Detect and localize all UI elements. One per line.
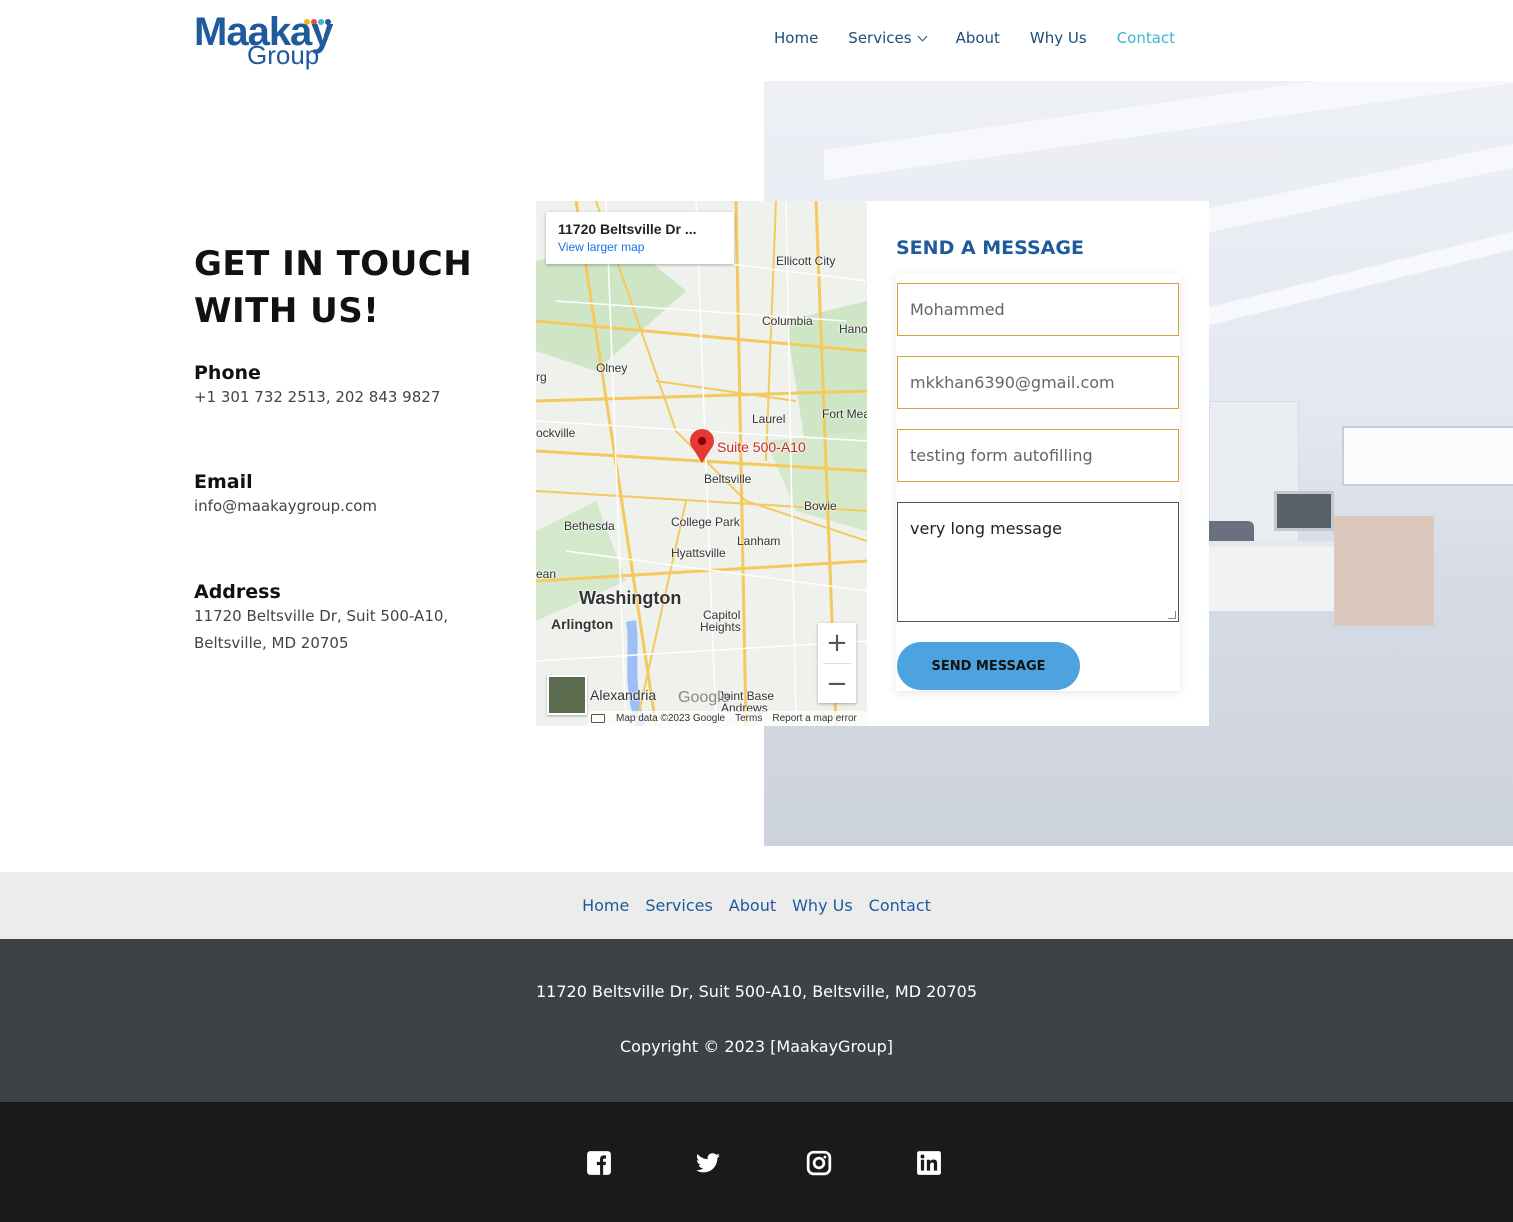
form-title: SEND A MESSAGE: [896, 237, 1084, 259]
email-heading: Email: [194, 471, 253, 493]
phone-heading: Phone: [194, 362, 261, 384]
contact-info: GET IN TOUCH WITH US! Phone +1 301 732 2…: [194, 241, 514, 652]
map-terms-link[interactable]: Terms: [735, 713, 762, 724]
resize-handle-icon[interactable]: [1168, 611, 1176, 619]
twitter-icon[interactable]: [695, 1150, 721, 1176]
nav-why-us[interactable]: Why Us: [1030, 26, 1087, 50]
map-label: Columbia: [762, 314, 813, 328]
name-input[interactable]: Mohammed: [897, 283, 1179, 336]
contact-form-card: SEND A MESSAGE Mohammed mkkhan6390@gmail…: [867, 201, 1209, 726]
instagram-icon[interactable]: [806, 1150, 832, 1176]
page-title: GET IN TOUCH WITH US!: [194, 244, 473, 331]
map-label: Laurel: [752, 412, 786, 426]
map-card-title: 11720 Beltsville Dr ...: [558, 221, 697, 237]
footer-nav-about[interactable]: About: [729, 896, 776, 915]
linkedin-icon[interactable]: [916, 1150, 942, 1176]
satellite-toggle[interactable]: [547, 675, 587, 715]
footer-copyright: Copyright © 2023 [MaakayGroup]: [619, 1037, 894, 1056]
map-zoom-control: + −: [818, 623, 856, 703]
map-info-card: 11720 Beltsville Dr ... View larger map: [546, 212, 734, 264]
map-label: Bethesda: [564, 519, 615, 533]
email-block: Email info@maakaygroup.com: [194, 471, 377, 520]
footer-nav-services[interactable]: Services: [645, 896, 712, 915]
nav-about[interactable]: About: [956, 26, 1000, 50]
nav-home[interactable]: Home: [774, 26, 818, 50]
footer-address: 11720 Beltsville Dr, Suit 500-A10, Belts…: [535, 982, 977, 1001]
map-label: Fort Mea: [822, 407, 867, 421]
main-nav: Home Services About Why Us Contact: [774, 26, 1205, 50]
map-label: rg: [536, 370, 547, 384]
map-label: Heights: [700, 620, 741, 634]
email-input[interactable]: mkkhan6390@gmail.com: [897, 356, 1179, 409]
zoom-out-button[interactable]: −: [818, 664, 856, 704]
map-label: Ellicott City: [776, 254, 836, 268]
map-label: Hyattsville: [671, 546, 726, 560]
footer-nav-why-us[interactable]: Why Us: [792, 896, 853, 915]
social-bar: [0, 1102, 1513, 1222]
contact-form: Mohammed mkkhan6390@gmail.com testing fo…: [896, 273, 1180, 691]
message-textarea[interactable]: very long message: [897, 502, 1179, 622]
subject-input[interactable]: testing form autofilling: [897, 429, 1179, 482]
zoom-in-button[interactable]: +: [818, 623, 856, 663]
map-label: Alexandria: [590, 687, 657, 703]
map-label: Arlington: [551, 616, 614, 632]
nav-services[interactable]: Services: [848, 26, 928, 50]
map-label: Olney: [596, 361, 628, 375]
keyboard-icon[interactable]: [591, 714, 605, 723]
nav-contact[interactable]: Contact: [1117, 26, 1175, 50]
map-label: ockville: [536, 426, 576, 440]
chevron-down-icon: [917, 31, 928, 41]
report-map-error-link[interactable]: Report a map error: [772, 713, 856, 724]
address-line2: Beltsville, MD 20705: [194, 634, 349, 652]
address-block: Address 11720 Beltsville Dr, Suit 500-A1…: [194, 581, 448, 657]
logo-word-group: Group: [247, 40, 320, 70]
map-label: ean: [536, 567, 557, 581]
facebook-icon[interactable]: [586, 1150, 612, 1176]
map-data-text: Map data ©2023 Google: [616, 713, 726, 724]
google-map[interactable]: 11720 Beltsville Dr ... View larger map …: [536, 201, 867, 726]
map-label: Lanham: [737, 534, 781, 548]
site-header: Maakay Group Home Services About Why Us …: [0, 0, 1513, 81]
footer-nav: Home Services About Why Us Contact: [0, 872, 1513, 939]
view-larger-map-link[interactable]: View larger map: [558, 240, 722, 254]
footer-nav-home[interactable]: Home: [582, 896, 629, 915]
phone-value: +1 301 732 2513, 202 843 9827: [194, 388, 441, 406]
map-label: Hano: [839, 322, 867, 336]
map-pin-label: Suite 500-A10: [717, 439, 806, 455]
map-attribution: Map data ©2023 Google Terms Report a map…: [588, 711, 867, 726]
google-logo: Google: [678, 689, 730, 706]
send-message-button[interactable]: SEND MESSAGE: [897, 642, 1080, 690]
map-label: Washington: [579, 588, 682, 608]
address-heading: Address: [194, 581, 281, 603]
maakay-logo[interactable]: Maakay Group: [194, 8, 359, 74]
footer-info: 11720 Beltsville Dr, Suit 500-A10, Belts…: [0, 939, 1513, 1102]
map-label: Bowie: [804, 499, 837, 513]
address-line1: 11720 Beltsville Dr, Suit 500-A10,: [194, 607, 449, 625]
map-label: College Park: [671, 515, 740, 529]
nav-services-label: Services: [848, 29, 912, 47]
phone-block: Phone +1 301 732 2513, 202 843 9827: [194, 362, 440, 411]
footer-nav-contact[interactable]: Contact: [869, 896, 931, 915]
email-value[interactable]: info@maakaygroup.com: [194, 493, 377, 520]
message-text: very long message: [910, 519, 1062, 538]
map-label: Beltsville: [704, 472, 752, 486]
